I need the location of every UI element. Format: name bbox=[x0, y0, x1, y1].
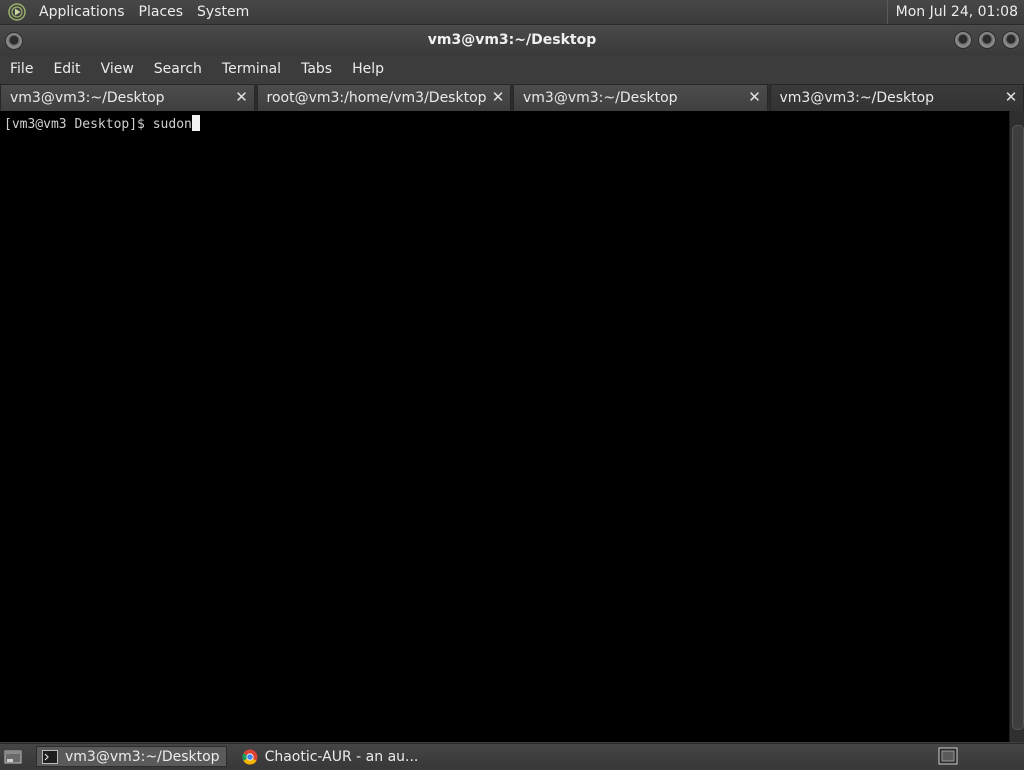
close-tab-icon[interactable]: ✕ bbox=[747, 89, 763, 105]
places-menu[interactable]: Places bbox=[132, 4, 191, 20]
taskbar-item-terminal[interactable]: vm3@vm3:~/Desktop bbox=[36, 746, 227, 767]
close-tab-icon[interactable]: ✕ bbox=[490, 89, 506, 105]
taskbar-item-label: Chaotic-AUR - an au... bbox=[265, 749, 419, 765]
chrome-icon bbox=[241, 749, 259, 765]
shell-prompt: [vm3@vm3 Desktop]$ bbox=[4, 117, 153, 132]
close-tab-icon[interactable]: ✕ bbox=[1003, 89, 1019, 105]
close-tab-icon[interactable]: ✕ bbox=[234, 89, 250, 105]
maximize-button[interactable] bbox=[978, 31, 996, 49]
window-title: vm3@vm3:~/Desktop bbox=[428, 32, 596, 48]
top-panel: Applications Places System Mon Jul 24, 0… bbox=[0, 0, 1024, 25]
tab-4[interactable]: vm3@vm3:~/Desktop ✕ bbox=[770, 84, 1024, 111]
menu-help[interactable]: Help bbox=[342, 61, 394, 77]
show-desktop-icon[interactable] bbox=[2, 747, 24, 767]
menubar: File Edit View Search Terminal Tabs Help bbox=[0, 55, 1024, 83]
text-cursor bbox=[192, 115, 200, 131]
scrollbar-thumb[interactable] bbox=[1012, 125, 1024, 730]
window-controls bbox=[954, 31, 1020, 49]
applications-menu[interactable]: Applications bbox=[32, 4, 132, 20]
menu-file[interactable]: File bbox=[0, 61, 43, 77]
menu-view[interactable]: View bbox=[91, 61, 144, 77]
tab-label: vm3@vm3:~/Desktop bbox=[1, 90, 165, 106]
workspace-switcher-icon[interactable] bbox=[938, 746, 958, 766]
tab-1[interactable]: vm3@vm3:~/Desktop ✕ bbox=[0, 84, 255, 111]
tab-2[interactable]: root@vm3:/home/vm3/Desktop ✕ bbox=[257, 84, 512, 111]
taskbar: vm3@vm3:~/Desktop Chaotic-AUR - an au... bbox=[0, 743, 1024, 769]
taskbar-item-label: vm3@vm3:~/Desktop bbox=[65, 749, 220, 765]
minimize-button[interactable] bbox=[954, 31, 972, 49]
tab-label: vm3@vm3:~/Desktop bbox=[514, 90, 678, 106]
tab-label: vm3@vm3:~/Desktop bbox=[771, 90, 935, 106]
terminal-icon bbox=[41, 749, 59, 765]
menu-tabs[interactable]: Tabs bbox=[291, 61, 342, 77]
applications-logo-icon[interactable] bbox=[7, 2, 27, 22]
system-menu[interactable]: System bbox=[190, 4, 256, 20]
command-line[interactable]: [vm3@vm3 Desktop]$ sudon bbox=[4, 115, 200, 132]
menu-edit[interactable]: Edit bbox=[43, 61, 90, 77]
command-input[interactable]: sudon bbox=[153, 117, 192, 132]
terminal-output[interactable]: [vm3@vm3 Desktop]$ sudon bbox=[0, 111, 1009, 742]
window-menu-button[interactable] bbox=[5, 32, 23, 50]
menu-terminal[interactable]: Terminal bbox=[212, 61, 291, 77]
window-titlebar[interactable]: vm3@vm3:~/Desktop bbox=[0, 25, 1024, 55]
tab-label: root@vm3:/home/vm3/Desktop bbox=[258, 90, 487, 106]
close-window-button[interactable] bbox=[1002, 31, 1020, 49]
taskbar-item-chrome[interactable]: Chaotic-AUR - an au... bbox=[237, 746, 425, 767]
terminal-scrollbar[interactable] bbox=[1009, 111, 1024, 742]
tab-bar: vm3@vm3:~/Desktop ✕ root@vm3:/home/vm3/D… bbox=[0, 84, 1024, 111]
tab-3[interactable]: vm3@vm3:~/Desktop ✕ bbox=[513, 84, 768, 111]
menu-search[interactable]: Search bbox=[144, 61, 212, 77]
clock[interactable]: Mon Jul 24, 01:08 bbox=[887, 0, 1024, 24]
